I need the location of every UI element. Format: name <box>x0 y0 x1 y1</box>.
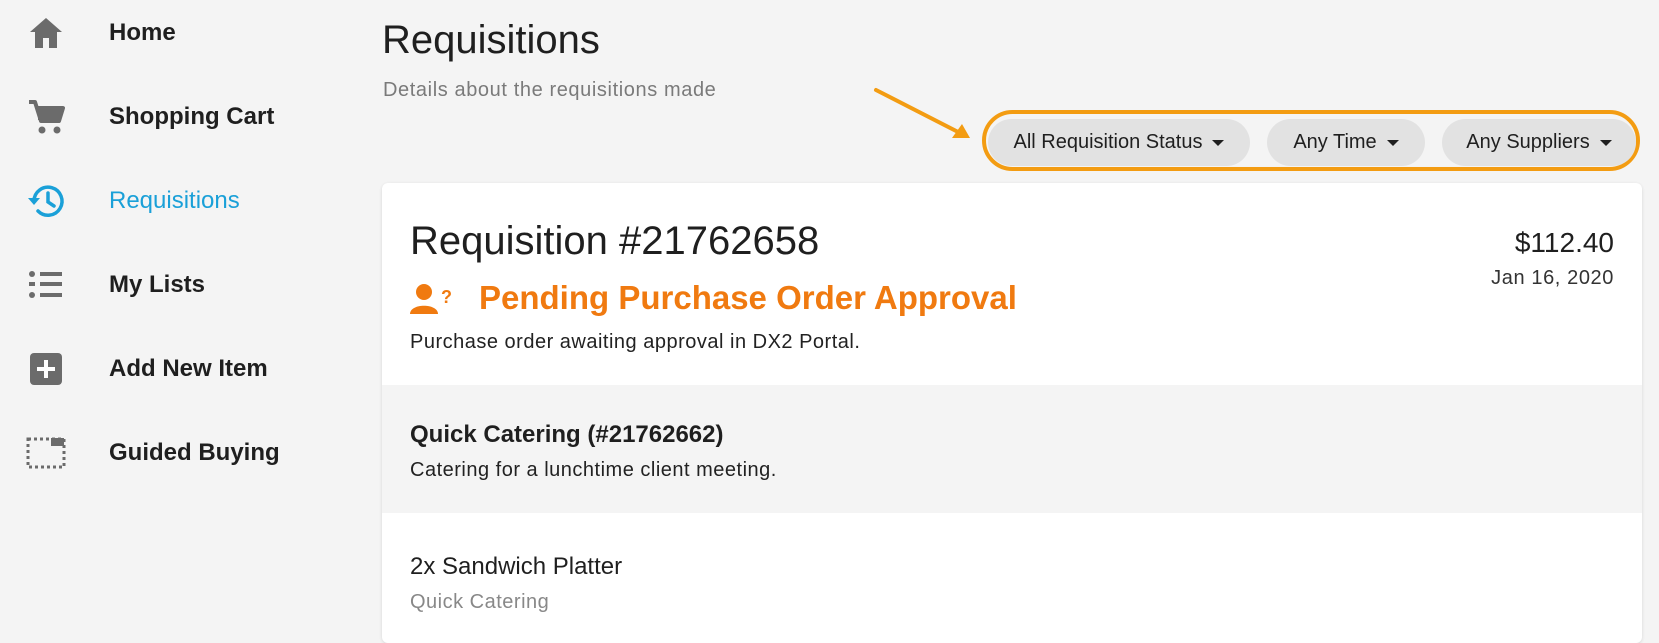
sidebar-item-label: Home <box>109 19 176 46</box>
supplier-description: Catering for a lunchtime client meeting. <box>410 459 777 481</box>
cart-icon <box>26 97 66 137</box>
svg-text:?: ? <box>441 287 452 307</box>
line-item-supplier: Quick Catering <box>410 591 550 613</box>
sidebar-item-guided-buying[interactable]: Guided Buying <box>0 423 380 483</box>
filter-group: All Requisition Status Any Time Any Supp… <box>982 110 1640 171</box>
annotation-arrow-icon <box>874 88 970 138</box>
sidebar-item-label: Add New Item <box>109 355 268 382</box>
status-filter-dropdown[interactable]: All Requisition Status <box>988 119 1250 166</box>
requisition-title: Requisition #21762658 <box>410 219 820 263</box>
sidebar-item-label: Shopping Cart <box>109 103 275 130</box>
line-item-name: 2x Sandwich Platter <box>410 553 623 580</box>
supplier-filter-dropdown[interactable]: Any Suppliers <box>1442 119 1636 166</box>
sidebar-nav: Home Shopping Cart Requisitions My Lists… <box>0 0 380 629</box>
sidebar-item-home[interactable]: Home <box>0 3 380 63</box>
sidebar-item-label: My Lists <box>109 271 206 298</box>
supplier-section: Quick Catering (#21762662) Catering for … <box>382 385 1642 513</box>
person-question-icon: ? <box>410 284 452 314</box>
sidebar-item-label: Guided Buying <box>109 439 280 466</box>
dashed-box-icon <box>26 433 66 473</box>
requisition-amount: $112.40 <box>1514 227 1614 258</box>
status-filter-label: All Requisition Status <box>1013 131 1203 153</box>
page-subtitle: Details about the requisitions made <box>383 79 717 101</box>
sidebar-item-label: Requisitions <box>109 187 240 214</box>
caret-down-icon <box>1212 139 1225 146</box>
add-box-icon <box>26 349 66 389</box>
sidebar-item-add-new-item[interactable]: Add New Item <box>0 339 380 399</box>
sidebar-item-shopping-cart[interactable]: Shopping Cart <box>0 87 380 147</box>
caret-down-icon <box>1386 139 1399 146</box>
time-filter-dropdown[interactable]: Any Time <box>1267 119 1425 166</box>
requisition-card[interactable]: Requisition #21762658 $112.40 Jan 16, 20… <box>382 183 1642 643</box>
page-title: Requisitions <box>382 18 600 62</box>
requisition-status: Pending Purchase Order Approval <box>479 279 1017 316</box>
supplier-filter-label: Any Suppliers <box>1466 131 1590 153</box>
caret-down-icon <box>1599 139 1612 146</box>
time-filter-label: Any Time <box>1293 131 1377 153</box>
sidebar-item-requisitions[interactable]: Requisitions <box>0 171 380 231</box>
requisition-status-description: Purchase order awaiting approval in DX2 … <box>410 331 861 353</box>
requisition-date: Jan 16, 2020 <box>1491 267 1614 289</box>
sidebar-item-my-lists[interactable]: My Lists <box>0 255 380 315</box>
history-icon <box>26 181 66 221</box>
home-icon <box>26 13 66 53</box>
list-icon <box>26 265 66 305</box>
supplier-name: Quick Catering (#21762662) <box>410 421 724 448</box>
